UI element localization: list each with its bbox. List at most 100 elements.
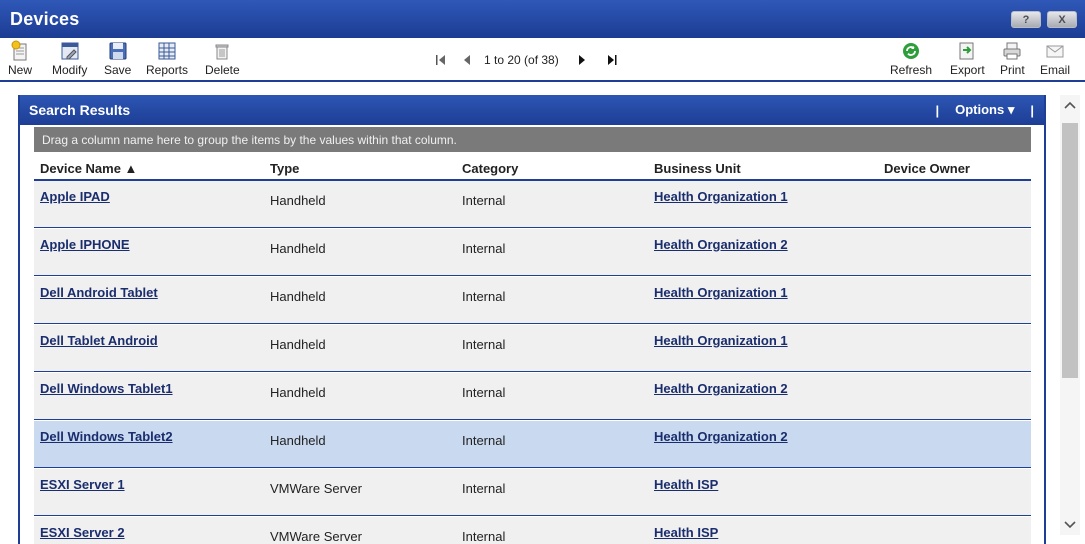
table-row[interactable]: ESXI Server 1 VMWare Server Internal Health… (34, 469, 1031, 516)
panel-options-area: | Options ▾ | (935, 95, 1034, 125)
chevron-down-icon (1064, 521, 1076, 529)
device-category-cell: Internal (462, 337, 506, 352)
chevron-up-icon (1064, 101, 1076, 109)
business-unit-link[interactable]: Health Organization 2 (654, 429, 788, 444)
window-buttons: ? X (1011, 11, 1077, 28)
device-category-cell: Internal (462, 241, 506, 256)
device-name-link[interactable]: Dell Windows Tablet1 (40, 381, 173, 396)
business-unit-link[interactable]: Health Organization 2 (654, 381, 788, 396)
device-name-link[interactable]: Apple IPHONE (40, 237, 130, 252)
window-titlebar: Devices ? X (0, 0, 1085, 38)
modify-button-label: Modify (52, 63, 88, 77)
options-separator-right: | (1030, 102, 1034, 118)
refresh-button[interactable]: Refresh (890, 40, 932, 80)
refresh-icon (903, 43, 920, 59)
page-range-text: 1 to 20 (of 38) (484, 53, 559, 67)
table-row[interactable]: Dell Tablet Android Handheld Internal Healt… (34, 325, 1031, 372)
business-unit-link[interactable]: Health Organization 1 (654, 189, 788, 204)
business-unit-link[interactable]: Health ISP (654, 525, 718, 540)
print-button-label: Print (1000, 63, 1025, 77)
device-name-link[interactable]: ESXI Server 1 (40, 477, 125, 492)
device-type-cell: Handheld (270, 385, 326, 400)
device-name-link[interactable]: ESXI Server 2 (40, 525, 125, 540)
options-dropdown[interactable]: Options ▾ (955, 102, 1014, 118)
scrollbar-thumb[interactable] (1062, 123, 1078, 378)
delete-button[interactable]: Delete (205, 40, 240, 80)
export-icon (959, 42, 974, 60)
next-page-icon (578, 55, 585, 65)
panel-header: Search Results | Options ▾ | (20, 95, 1044, 125)
toolbar: New Modify Save Reports Delete 1 to 20 (… (0, 38, 1085, 82)
business-unit-link[interactable]: Health ISP (654, 477, 718, 492)
device-name-link[interactable]: Apple IPAD (40, 189, 110, 204)
column-header-device-name[interactable]: Device Name ▲ (40, 161, 137, 176)
table-row[interactable]: Dell Android Tablet Handheld Internal Healt… (34, 277, 1031, 324)
results-table-body: Apple IPAD Handheld Internal Health Organiz… (34, 181, 1031, 544)
device-name-link[interactable]: Dell Windows Tablet2 (40, 429, 173, 444)
device-type-cell: Handheld (270, 433, 326, 448)
save-disk-icon (109, 42, 127, 60)
table-row[interactable]: Apple IPHONE Handheld Internal Health Organ… (34, 229, 1031, 276)
table-row[interactable]: Apple IPAD Handheld Internal Health Organiz… (34, 181, 1031, 228)
email-button[interactable]: Email (1040, 40, 1070, 80)
pagination: 1 to 20 (of 38) (432, 50, 621, 70)
column-header-device-owner[interactable]: Device Owner (884, 161, 970, 176)
device-type-cell: Handheld (270, 241, 326, 256)
save-button-label: Save (104, 63, 132, 77)
device-category-cell: Internal (462, 481, 506, 496)
search-results-panel: Search Results | Options ▾ | Drag a colu… (18, 95, 1046, 544)
envelope-icon (1046, 45, 1064, 58)
trash-icon (215, 44, 229, 60)
next-page-button[interactable] (573, 51, 591, 69)
device-type-cell: VMWare Server (270, 481, 362, 496)
new-button[interactable]: New (8, 40, 32, 80)
column-header-business-unit[interactable]: Business Unit (654, 161, 741, 176)
panel-title: Search Results (29, 102, 131, 118)
business-unit-link[interactable]: Health Organization 1 (654, 333, 788, 348)
last-page-button[interactable] (603, 51, 621, 69)
first-page-button[interactable] (432, 51, 450, 69)
export-button[interactable]: Export (950, 40, 985, 80)
reports-button[interactable]: Reports (146, 40, 188, 80)
table-row[interactable]: Dell Windows Tablet1 Handheld Internal Heal… (34, 373, 1031, 420)
refresh-button-label: Refresh (890, 63, 933, 77)
modify-button[interactable]: Modify (52, 40, 87, 80)
device-type-cell: Handheld (270, 337, 326, 352)
delete-button-label: Delete (205, 63, 240, 77)
device-category-cell: Internal (462, 193, 506, 208)
column-header-type[interactable]: Type (270, 161, 299, 176)
vertical-scrollbar[interactable] (1060, 95, 1080, 535)
new-button-label: New (8, 63, 33, 77)
scroll-up-button[interactable] (1060, 95, 1080, 115)
business-unit-link[interactable]: Health Organization 1 (654, 285, 788, 300)
printer-icon (1003, 42, 1021, 60)
device-category-cell: Internal (462, 289, 506, 304)
table-row[interactable]: ESXI Server 2 VMWare Server Internal Health… (34, 517, 1031, 544)
options-separator: | (935, 102, 940, 118)
previous-page-button[interactable] (458, 51, 476, 69)
table-row[interactable]: Dell Windows Tablet2 Handheld Internal Heal… (34, 421, 1031, 468)
email-button-label: Email (1040, 63, 1071, 77)
table-header: Device Name ▲ Type Category Business Uni… (34, 154, 1031, 181)
group-by-drop-zone[interactable]: Drag a column name here to group the ite… (34, 127, 1031, 152)
business-unit-link[interactable]: Health Organization 2 (654, 237, 788, 252)
device-type-cell: Handheld (270, 289, 326, 304)
window-title: Devices (10, 8, 80, 29)
scroll-down-button[interactable] (1060, 515, 1080, 535)
modify-icon (61, 42, 79, 60)
close-button[interactable]: X (1047, 11, 1077, 28)
device-category-cell: Internal (462, 385, 506, 400)
device-name-link[interactable]: Dell Android Tablet (40, 285, 158, 300)
device-type-cell: VMWare Server (270, 529, 362, 544)
print-button[interactable]: Print (1000, 40, 1025, 80)
device-category-cell: Internal (462, 529, 506, 544)
first-page-icon (436, 55, 445, 65)
previous-page-icon (464, 55, 470, 65)
device-type-cell: Handheld (270, 193, 326, 208)
help-button[interactable]: ? (1011, 11, 1041, 28)
device-name-link[interactable]: Dell Tablet Android (40, 333, 158, 348)
column-header-category[interactable]: Category (462, 161, 518, 176)
save-button[interactable]: Save (104, 40, 131, 80)
new-document-icon (11, 40, 27, 61)
group-by-hint: Drag a column name here to group the ite… (42, 132, 457, 147)
